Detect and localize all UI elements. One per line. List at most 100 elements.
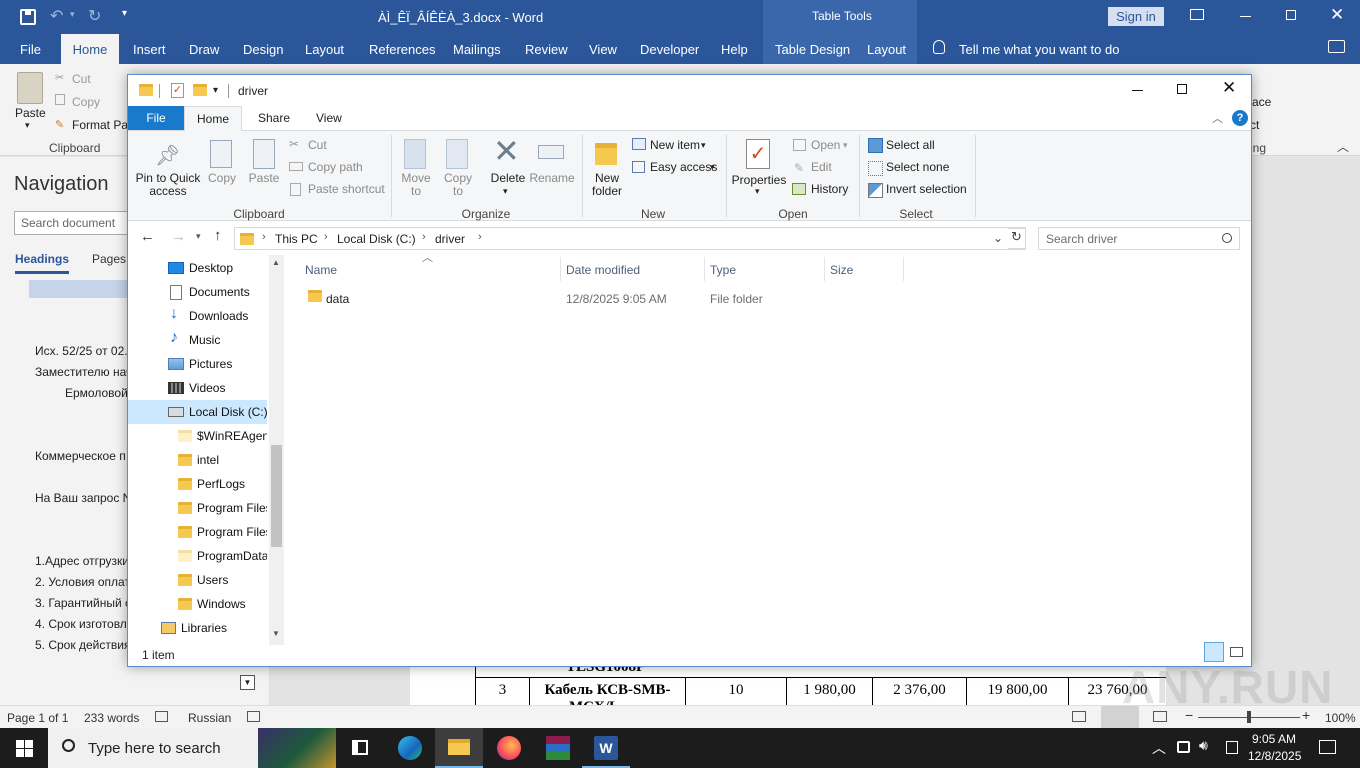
page-count[interactable]: Page 1 of 1 (7, 711, 68, 725)
copy-to-button[interactable]: Copy to (438, 172, 478, 198)
tab-table-layout[interactable]: Layout (867, 42, 906, 57)
tree-item-intel[interactable]: intel (197, 448, 219, 472)
doc-table-cell-qty[interactable]: 10 (685, 678, 786, 707)
select-none-button[interactable]: Select none (886, 160, 949, 174)
minimize-icon[interactable] (1240, 16, 1251, 17)
select-all-button[interactable]: Select all (886, 138, 935, 152)
tree-item-documents[interactable]: Documents (189, 280, 250, 304)
new-folder-qat-icon[interactable] (193, 84, 207, 96)
nav-tab-headings[interactable]: Headings (15, 252, 70, 274)
undo-dropdown-icon[interactable]: ▾ (70, 9, 75, 20)
cut-button[interactable]: Cut (72, 72, 91, 86)
doc-table-cell-price-vat[interactable]: 2 376,00 (872, 678, 966, 707)
tab-insert[interactable]: Insert (133, 42, 166, 57)
word-count[interactable]: 233 words (84, 711, 139, 725)
pin-to-quick-access-button[interactable]: Pin to Quick access (132, 172, 204, 198)
tree-scroll-up-icon[interactable]: ▲ (272, 258, 280, 267)
tab-share[interactable]: Share (258, 111, 290, 125)
doc-table-cell-sum[interactable]: 19 800,00 (966, 678, 1068, 707)
tree-item-videos[interactable]: Videos (189, 376, 225, 400)
address-dropdown-icon[interactable]: ⌄ (993, 231, 1003, 245)
tab-home[interactable]: Home (61, 34, 119, 64)
tab-review[interactable]: Review (525, 42, 568, 57)
recent-locations-icon[interactable]: ▾ (196, 231, 201, 242)
move-to-button[interactable]: Move to (396, 172, 436, 198)
web-layout-icon[interactable] (1153, 711, 1167, 722)
maximize-icon[interactable] (1177, 84, 1187, 94)
open-dropdown-icon[interactable]: ▾ (843, 140, 848, 151)
winrar-icon[interactable] (546, 736, 570, 760)
tab-home[interactable]: Home (184, 106, 242, 131)
notifications-icon[interactable] (1319, 740, 1336, 754)
language[interactable]: Russian (188, 711, 231, 725)
new-folder-button[interactable]: New folder (586, 172, 628, 198)
forward-icon[interactable]: → (171, 228, 186, 245)
tab-table-design[interactable]: Table Design (775, 42, 850, 57)
tab-references[interactable]: References (369, 42, 435, 57)
customize-qat-icon[interactable]: ▾ (122, 8, 127, 19)
file-row[interactable]: data 12/8/2025 9:05 AM File folder (286, 285, 906, 307)
large-icons-view-icon[interactable] (1230, 647, 1243, 657)
breadcrumb-chevron-icon[interactable]: › (262, 231, 266, 243)
macro-icon[interactable] (247, 711, 260, 722)
address-bar[interactable]: › This PC › Local Disk (C:) › driver › ⌄ (234, 227, 1026, 250)
zoom-level[interactable]: 100% (1325, 711, 1356, 725)
file-explorer-taskbar-button[interactable] (435, 728, 483, 768)
show-hidden-icons[interactable]: ︿ (1152, 738, 1166, 758)
delete-button[interactable]: Delete (486, 172, 530, 185)
breadcrumb-this-pc[interactable]: This PC (275, 232, 318, 246)
tree-item-winreagent[interactable]: $WinREAgent (197, 424, 267, 448)
format-painter-button[interactable]: Format Pa (72, 118, 128, 132)
paste-button[interactable]: Paste (244, 172, 284, 185)
format-painter-icon[interactable]: ✎ (55, 118, 64, 131)
new-item-dropdown-icon[interactable]: ▾ (701, 140, 706, 151)
zoom-in-icon[interactable]: + (1302, 707, 1310, 723)
clock-date[interactable]: 12/8/2025 (1248, 749, 1301, 763)
task-view-icon[interactable] (352, 740, 368, 755)
zoom-slider-thumb[interactable] (1247, 711, 1251, 723)
copy-icon[interactable] (55, 94, 65, 105)
tab-view[interactable]: View (589, 42, 617, 57)
breadcrumb-local-disk[interactable]: Local Disk (C:) (337, 232, 416, 246)
breadcrumb-chevron-icon[interactable]: › (324, 231, 328, 243)
comments-icon[interactable] (1328, 40, 1345, 53)
search-icon[interactable] (1222, 233, 1232, 243)
tree-item-program-files[interactable]: Program Files (197, 496, 267, 520)
cut-button[interactable]: Cut (308, 138, 327, 152)
new-item-button[interactable]: New item (650, 138, 700, 152)
copy-button[interactable]: Copy (72, 95, 100, 109)
column-header-date[interactable]: Date modified (566, 263, 640, 277)
volume-icon[interactable]: 🔊︎ (1199, 737, 1208, 754)
doc-table-cell-no[interactable]: 3 (475, 678, 529, 707)
file-name[interactable]: data (326, 292, 349, 306)
print-layout-icon[interactable] (1101, 706, 1139, 728)
firefox-icon[interactable] (497, 736, 521, 760)
doc-scroll-down-icon[interactable]: ▼ (240, 675, 255, 690)
delete-dropdown-icon[interactable]: ▾ (503, 186, 508, 197)
rename-button[interactable]: Rename (528, 172, 576, 185)
properties-dropdown-icon[interactable]: ▾ (755, 186, 760, 197)
column-header-type[interactable]: Type (710, 263, 736, 277)
ribbon-collapse-icon[interactable]: ︿ (1212, 110, 1223, 126)
read-mode-icon[interactable] (1072, 711, 1086, 722)
tab-design[interactable]: Design (243, 42, 283, 57)
tab-layout[interactable]: Layout (305, 42, 344, 57)
tab-developer[interactable]: Developer (640, 42, 699, 57)
refresh-icon[interactable]: ↻ (1008, 228, 1026, 249)
proofing-icon[interactable] (155, 711, 168, 722)
taskbar-search-box[interactable]: Type here to search (48, 728, 336, 768)
copy-path-button[interactable]: Copy path (308, 160, 363, 174)
network-icon[interactable] (1177, 741, 1190, 753)
tree-item-downloads[interactable]: Downloads (189, 304, 248, 328)
cut-icon[interactable]: ✂ (55, 71, 64, 84)
paste-icon[interactable] (17, 72, 43, 104)
tree-item-music[interactable]: Music (189, 328, 220, 352)
column-header-size[interactable]: Size (830, 263, 853, 277)
copy-button[interactable]: Copy (203, 172, 241, 185)
ribbon-display-options-icon[interactable] (1190, 9, 1204, 20)
tree-item-local-disk[interactable]: Local Disk (C:) (189, 400, 268, 424)
invert-selection-button[interactable]: Invert selection (886, 182, 967, 196)
close-icon[interactable]: ✕ (1330, 5, 1344, 25)
undo-icon[interactable]: ↶ (50, 6, 63, 26)
tree-item-programdata[interactable]: ProgramData (197, 544, 267, 568)
